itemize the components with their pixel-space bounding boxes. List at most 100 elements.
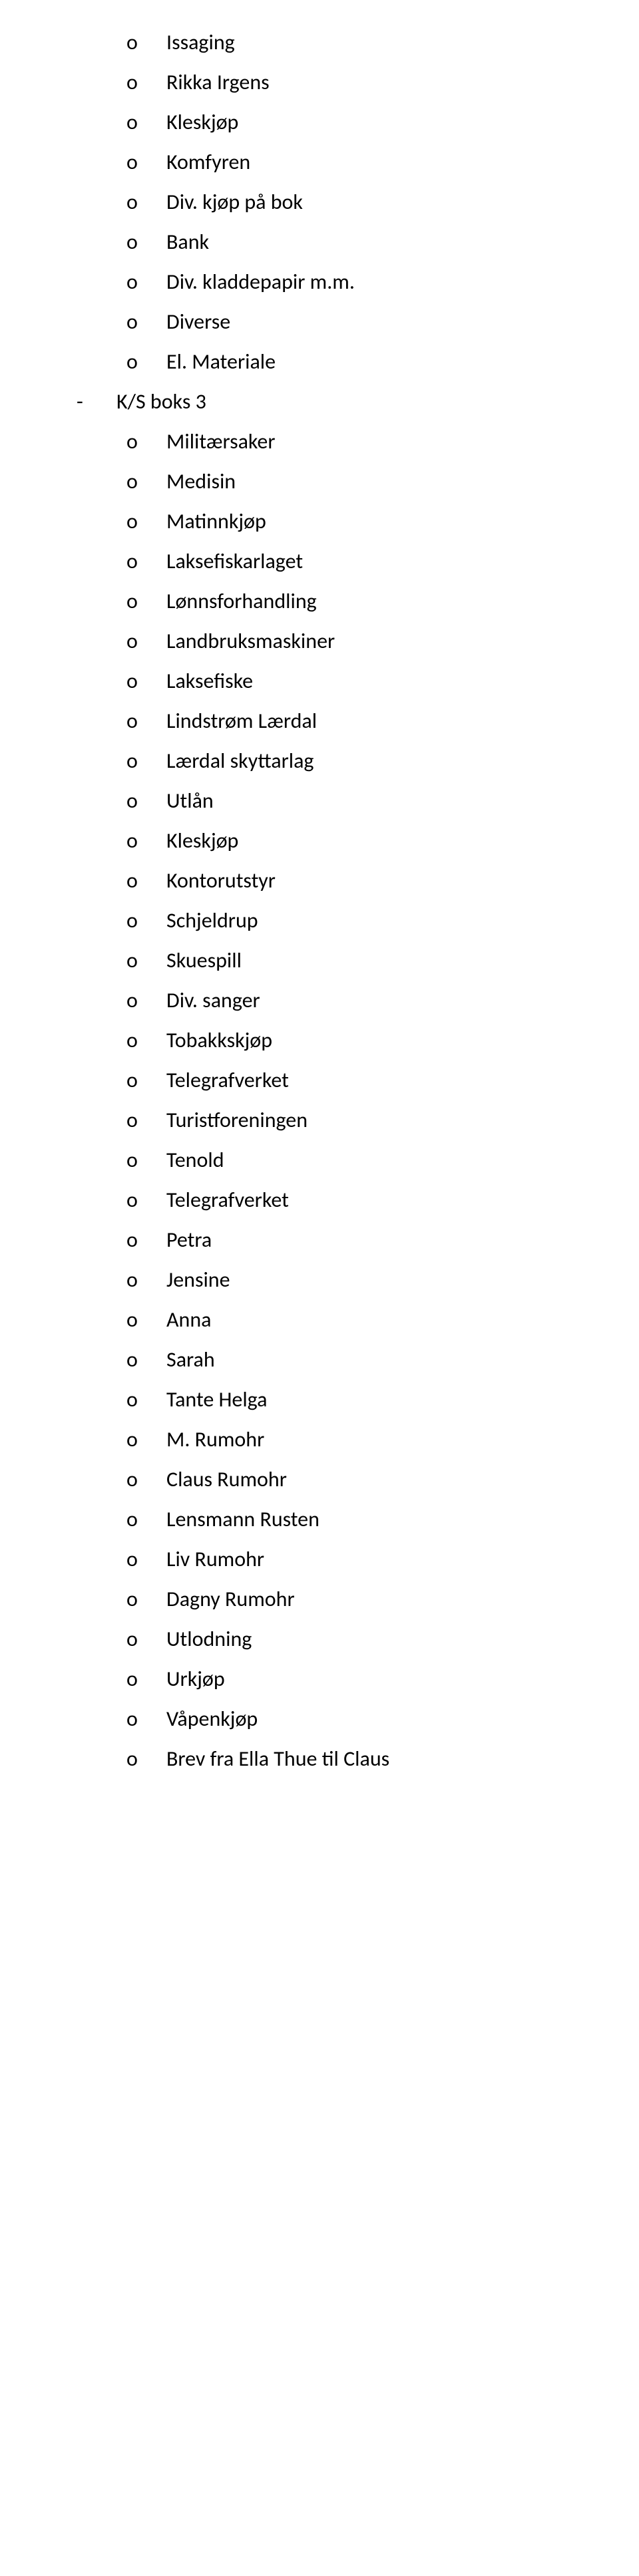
bullet-icon: o <box>126 27 138 59</box>
list-item: o Tobakkskjøp <box>40 1025 599 1056</box>
list-item-label: Tobakkskjøp <box>166 1027 272 1053</box>
section-heading: - K/S boks 3 <box>40 386 599 418</box>
bullet-icon: o <box>126 1304 138 1336</box>
list-item-label: Kontorutstyr <box>166 868 276 893</box>
list-item: o Laksefiske <box>40 665 599 697</box>
bullet-icon: o <box>126 1703 138 1735</box>
bullet-icon: o <box>126 785 138 817</box>
bullet-icon: o <box>126 346 138 378</box>
bullet-icon: o <box>126 705 138 737</box>
list-item: o M. Rumohr <box>40 1424 599 1456</box>
list-item-label: Militærsaker <box>166 428 276 454</box>
bullet-icon: o <box>126 585 138 617</box>
list-item-label: Kleskjøp <box>166 828 238 854</box>
list-item: o Matinnkjøp <box>40 506 599 538</box>
document-page: o Issaging o Rikka Irgens o Kleskjøp o K… <box>0 0 639 1775</box>
list-item: o Kontorutstyr <box>40 865 599 897</box>
list-item-label: Telegrafverket <box>166 1067 289 1093</box>
list-item: o Tante Helga <box>40 1384 599 1416</box>
bullet-icon: o <box>126 106 138 138</box>
list-item: o Div. sanger <box>40 985 599 1017</box>
section-heading-label: K/S boks 3 <box>116 389 206 414</box>
bullet-icon: o <box>126 1224 138 1256</box>
list-item-label: Utlån <box>166 788 214 814</box>
bullet-icon: o <box>126 466 138 498</box>
list-item-label: Våpenkjøp <box>166 1706 258 1732</box>
bullet-icon: o <box>126 1424 138 1456</box>
bullet-icon: o <box>126 945 138 977</box>
list-item: o Div. kladdepapir m.m. <box>40 266 599 298</box>
list-item-label: Komfyren <box>166 149 250 175</box>
bullet-icon: o <box>126 67 138 98</box>
list-item: o Lensmann Rusten <box>40 1504 599 1535</box>
list-item-label: Landbruksmaskiner <box>166 628 335 654</box>
list-item: o Medisin <box>40 466 599 498</box>
list-item-label: Div. kladdepapir m.m. <box>166 269 355 295</box>
bullet-icon: o <box>126 905 138 937</box>
list-item: o Turistforeningen <box>40 1104 599 1136</box>
dash-icon: - <box>77 386 83 418</box>
list-item: o Våpenkjøp <box>40 1703 599 1735</box>
list-item-label: Lønnsforhandling <box>166 588 317 614</box>
bullet-icon: o <box>126 266 138 298</box>
bullet-icon: o <box>126 1543 138 1575</box>
bullet-icon: o <box>126 426 138 458</box>
list-item-label: Liv Rumohr <box>166 1546 264 1572</box>
bullet-icon: o <box>126 625 138 657</box>
bullet-icon: o <box>126 1504 138 1535</box>
list-item: o Anna <box>40 1304 599 1336</box>
list-item: o Telegrafverket <box>40 1184 599 1216</box>
bullet-icon: o <box>126 1104 138 1136</box>
list-item-label: Diverse <box>166 309 230 335</box>
list-item-label: M. Rumohr <box>166 1426 264 1452</box>
bullet-icon: o <box>126 825 138 857</box>
list-item: o Bank <box>40 226 599 258</box>
list-item: o Militærsaker <box>40 426 599 458</box>
bullet-icon: o <box>126 985 138 1017</box>
list-item-label: Schjeldrup <box>166 907 258 933</box>
bullet-icon: o <box>126 186 138 218</box>
list-item-label: El. Materiale <box>166 349 276 375</box>
list-item: o Laksefiskarlaget <box>40 546 599 577</box>
list-item: o Brev fra Ella Thue til Claus <box>40 1743 599 1775</box>
list-item: o Lønnsforhandling <box>40 585 599 617</box>
list-item: o Sarah <box>40 1344 599 1376</box>
list-item: o Kleskjøp <box>40 825 599 857</box>
list-item: o Komfyren <box>40 146 599 178</box>
list-item-label: Bank <box>166 229 209 255</box>
bullet-icon: o <box>126 226 138 258</box>
list-item: o Skuespill <box>40 945 599 977</box>
list-item-label: Rikka Irgens <box>166 69 270 95</box>
list-item: o Liv Rumohr <box>40 1543 599 1575</box>
list-item-label: Lensmann Rusten <box>166 1506 320 1532</box>
list-item: o Kleskjøp <box>40 106 599 138</box>
list-item: o Lærdal skyttarlag <box>40 745 599 777</box>
list-item-label: Urkjøp <box>166 1666 225 1692</box>
list-item-label: Anna <box>166 1307 211 1333</box>
list-item-label: Brev fra Ella Thue til Claus <box>166 1746 389 1772</box>
list-item: o Div. kjøp på bok <box>40 186 599 218</box>
bullet-icon: o <box>126 546 138 577</box>
bullet-icon: o <box>126 306 138 338</box>
list-item-label: Dagny Rumohr <box>166 1586 295 1612</box>
bullet-icon: o <box>126 1144 138 1176</box>
bullet-icon: o <box>126 865 138 897</box>
list-item-label: Tante Helga <box>166 1386 267 1412</box>
bullet-icon: o <box>126 1663 138 1695</box>
bullet-icon: o <box>126 1264 138 1296</box>
list-item-label: Turistforeningen <box>166 1107 308 1133</box>
list-item: o Schjeldrup <box>40 905 599 937</box>
list-item: o Tenold <box>40 1144 599 1176</box>
list-item-label: Skuespill <box>166 947 242 973</box>
list-item: o Utlån <box>40 785 599 817</box>
list-item: o Dagny Rumohr <box>40 1583 599 1615</box>
bullet-icon: o <box>126 1064 138 1096</box>
bullet-icon: o <box>126 1184 138 1216</box>
list-item-label: Matinnkjøp <box>166 508 266 534</box>
list-item: o Claus Rumohr <box>40 1464 599 1496</box>
list-item-label: Div. kjøp på bok <box>166 189 303 215</box>
list-item-label: Utlodning <box>166 1626 252 1652</box>
list-item-label: Tenold <box>166 1147 224 1173</box>
bullet-icon: o <box>126 1344 138 1376</box>
list-item: o Rikka Irgens <box>40 67 599 98</box>
